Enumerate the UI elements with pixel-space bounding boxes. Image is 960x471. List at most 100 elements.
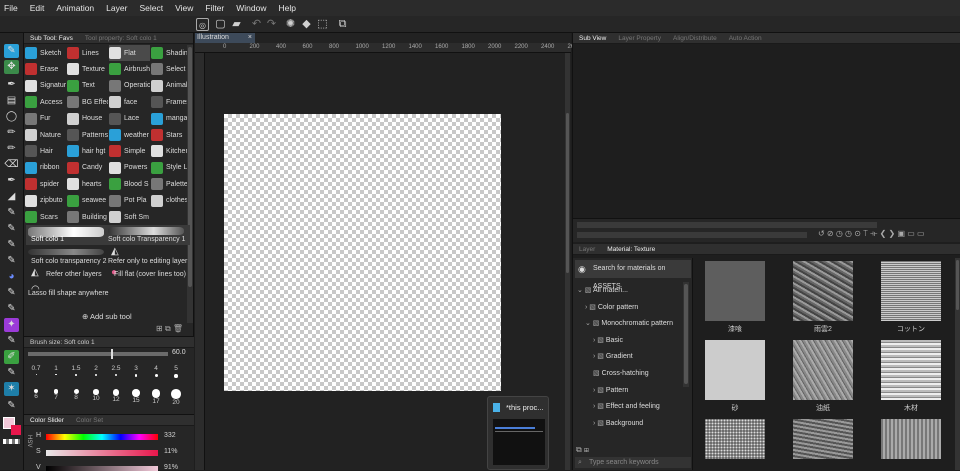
sub-tool-group[interactable]: Select bbox=[151, 61, 192, 77]
tab-sub-tool[interactable]: Sub Tool: Favs bbox=[24, 35, 79, 42]
sub-tool-group[interactable]: Signature bbox=[25, 78, 66, 94]
menu-view[interactable]: View bbox=[175, 3, 193, 13]
brush-size-preset[interactable]: 17 bbox=[146, 389, 166, 405]
pen11-tool-icon[interactable]: ✎ bbox=[4, 399, 19, 413]
keyword-search-input[interactable]: ⌕ Type search keywords bbox=[575, 457, 691, 468]
pen7-tool-icon[interactable]: ✎ bbox=[4, 286, 19, 300]
menu-layer[interactable]: Layer bbox=[106, 3, 127, 13]
brush-size-preset[interactable]: 2.5 bbox=[106, 365, 126, 377]
brush-size-preset[interactable]: 4 bbox=[146, 365, 166, 377]
sub-tool-group[interactable]: clothes bbox=[151, 193, 192, 209]
menu-help[interactable]: Help bbox=[278, 3, 295, 13]
brush-size-preset[interactable]: 2 bbox=[86, 365, 106, 376]
tab-color-set[interactable]: Color Set bbox=[70, 417, 109, 424]
pen8-tool-icon[interactable]: ✎ bbox=[4, 302, 19, 316]
redo-icon[interactable]: ↷ bbox=[265, 18, 278, 31]
tab-auto-action[interactable]: Auto Action bbox=[723, 35, 768, 42]
material-thumbnail[interactable] bbox=[881, 261, 941, 321]
sub-tool-group[interactable]: Access bbox=[25, 94, 66, 110]
sub-tool-group[interactable]: spider bbox=[25, 176, 66, 192]
search-assets-button[interactable]: ◉ Search for materials on ASSETS bbox=[575, 260, 691, 290]
pen4-tool-icon[interactable]: ✎ bbox=[4, 222, 19, 236]
close-icon[interactable]: × bbox=[248, 33, 252, 43]
pen-tool-icon[interactable]: ✒ bbox=[4, 78, 19, 92]
sub-tool-group[interactable]: Erase bbox=[25, 61, 66, 77]
tab-layer-property[interactable]: Layer Property bbox=[612, 35, 667, 42]
sub-tool-group[interactable]: Lines bbox=[67, 45, 108, 61]
value-slider[interactable] bbox=[46, 466, 158, 471]
sub-tool-group[interactable]: Powers bbox=[109, 160, 150, 176]
menu-filter[interactable]: Filter bbox=[205, 3, 224, 13]
material-thumbnail[interactable] bbox=[793, 340, 853, 400]
material-tree-item[interactable]: ⌄ ▧ Monochromatic pattern bbox=[585, 319, 673, 327]
menu-window[interactable]: Window bbox=[236, 3, 266, 13]
brush-size-preset[interactable]: 7 bbox=[46, 389, 66, 401]
brush-row[interactable]: ◠ Lasso fill shape anywhere bbox=[26, 285, 190, 301]
sub-tool-group[interactable]: Hair bbox=[25, 143, 66, 159]
transform-icon[interactable]: ⬚ bbox=[316, 18, 329, 31]
sub-tool-group[interactable]: Texture bbox=[67, 61, 108, 77]
material-scrollbar[interactable] bbox=[955, 258, 960, 470]
pen5-tool-icon[interactable]: ✎ bbox=[4, 238, 19, 252]
pencil-tool-icon[interactable]: ✏ bbox=[4, 126, 19, 140]
material-thumbnail[interactable] bbox=[705, 340, 765, 400]
brush-size-preset[interactable]: 8 bbox=[66, 389, 86, 401]
gradient-tool-icon[interactable]: ◕ bbox=[4, 270, 19, 284]
sub-tool-group[interactable]: Frames bbox=[151, 94, 192, 110]
loading-icon[interactable]: ✺ bbox=[284, 18, 297, 31]
sub-tool-group[interactable]: Airbrush bbox=[109, 61, 150, 77]
tab-color-slider[interactable]: Color Slider bbox=[24, 417, 70, 424]
material-thumbnail[interactable] bbox=[881, 340, 941, 400]
pen6-tool-icon[interactable]: ✎ bbox=[4, 254, 19, 268]
sub-tool-group[interactable]: hair hgt bbox=[67, 143, 108, 159]
sub-tool-group[interactable]: House bbox=[67, 111, 108, 127]
sub-tool-group[interactable]: Pot Pla bbox=[109, 193, 150, 209]
sub-tool-group[interactable]: Simple bbox=[109, 143, 150, 159]
sub-tool-group[interactable]: Text bbox=[67, 78, 108, 94]
menu-animation[interactable]: Animation bbox=[56, 3, 94, 13]
layer-tool-icon[interactable]: ▤ bbox=[4, 94, 19, 108]
tree-scrollbar[interactable] bbox=[683, 282, 689, 387]
slider-thumb[interactable] bbox=[111, 349, 113, 359]
material-tree-item[interactable]: › ▧ Pattern bbox=[593, 386, 628, 394]
material-thumbnail[interactable] bbox=[881, 419, 941, 459]
brush-size-preset[interactable]: 0.7 bbox=[26, 365, 46, 375]
sub-tool-group[interactable]: Lace bbox=[109, 111, 150, 127]
sub-tool-group[interactable]: BG Effect bbox=[67, 94, 108, 110]
sub-tool-group[interactable]: Nature bbox=[25, 127, 66, 143]
sub-tool-group[interactable]: seawee bbox=[67, 193, 108, 209]
brush-row[interactable]: Soft colo 1 Soft colo Transparency 1 bbox=[26, 225, 190, 245]
lasso-tool-icon[interactable]: ◯ bbox=[4, 110, 19, 124]
sub-tool-group[interactable]: Shading bbox=[151, 45, 192, 61]
material-tree-item[interactable]: › ▧ Background bbox=[593, 419, 643, 427]
brush-size-slider[interactable] bbox=[28, 349, 168, 359]
menu-file[interactable]: File bbox=[4, 3, 18, 13]
rotate-slider[interactable] bbox=[577, 232, 807, 238]
hue-slider[interactable] bbox=[46, 434, 158, 440]
material-thumbnail[interactable] bbox=[705, 419, 765, 459]
brush-size-preset[interactable]: 10 bbox=[86, 389, 106, 402]
new-icon[interactable]: ▢ bbox=[214, 18, 227, 31]
sub-tool-group[interactable]: Blood S bbox=[109, 176, 150, 192]
sub-tool-group[interactable]: Flat bbox=[109, 45, 150, 61]
tab-tool-property[interactable]: Tool property: Soft colo 1 bbox=[79, 35, 163, 42]
sub-tool-group[interactable]: Animal bbox=[151, 78, 192, 94]
sub-tool-group[interactable]: manga bbox=[151, 111, 192, 127]
material-tree-item[interactable]: › ▧ Effect and feeling bbox=[593, 402, 660, 410]
sub-tool-group[interactable]: face bbox=[109, 94, 150, 110]
saturation-slider[interactable] bbox=[46, 450, 158, 456]
tab-align-distribute[interactable]: Align/Distribute bbox=[667, 35, 723, 42]
sub-tool-group[interactable]: Candy bbox=[67, 160, 108, 176]
sub-tool-group[interactable]: Sketch bbox=[25, 45, 66, 61]
brush-size-preset[interactable]: 5 bbox=[166, 365, 186, 378]
material-thumbnail[interactable] bbox=[705, 261, 765, 321]
material-tree-item[interactable]: ⌄ ▧ All materi... bbox=[577, 286, 628, 294]
fill-icon[interactable]: ◆ bbox=[300, 18, 313, 31]
brush-row[interactable]: ◭ Refer other layers ● Fill flat (cover … bbox=[26, 265, 190, 285]
brush-size-preset[interactable]: 3 bbox=[126, 365, 146, 377]
material-thumbnail[interactable] bbox=[793, 261, 853, 321]
color-mode-label[interactable]: HSV bbox=[26, 435, 32, 447]
canvas-scrollbar[interactable] bbox=[565, 53, 570, 470]
sub-tool-group[interactable]: Stars bbox=[151, 127, 192, 143]
brush-size-preset[interactable]: 12 bbox=[106, 389, 126, 403]
